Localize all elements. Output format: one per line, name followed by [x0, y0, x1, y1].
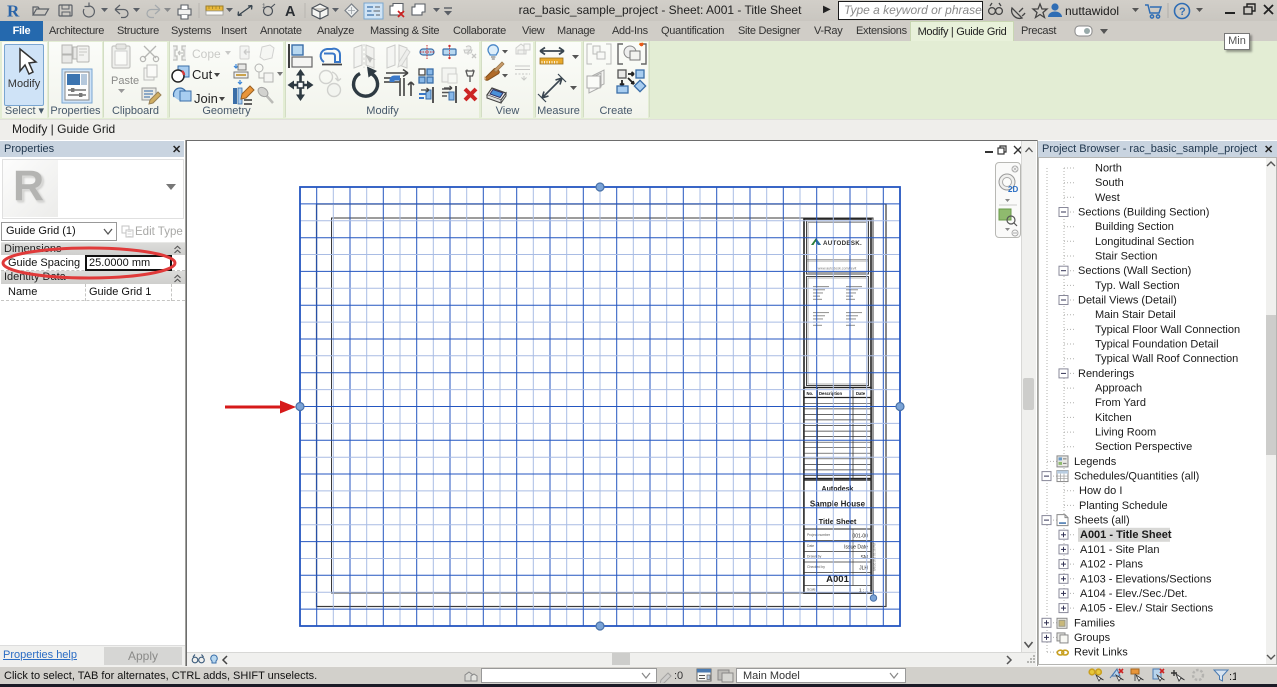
svg-text:Renderings: Renderings: [1078, 368, 1135, 380]
svg-text:Drawn by: Drawn by: [807, 555, 822, 559]
svg-text:Cut: Cut: [192, 67, 213, 82]
svg-text:Longitudinal Section: Longitudinal Section: [1095, 236, 1194, 248]
svg-text:A103 - Elevations/Sections: A103 - Elevations/Sections: [1080, 573, 1212, 585]
svg-text:Date: Date: [807, 544, 814, 548]
svg-text:Sections (Building Section): Sections (Building Section): [1078, 207, 1209, 219]
svg-text:A104 - Elev./Sec./Det.: A104 - Elev./Sec./Det.: [1080, 588, 1187, 600]
svg-text:Description: Description: [819, 391, 842, 396]
svg-text:West: West: [1095, 192, 1120, 204]
svg-text:nuttawidol: nuttawidol: [1065, 4, 1119, 18]
svg-text:Autodesk: Autodesk: [822, 486, 854, 493]
svg-text:Planting Schedule: Planting Schedule: [1079, 500, 1168, 512]
svg-text:Scale: Scale: [807, 588, 816, 592]
svg-text:Families: Families: [1074, 617, 1115, 629]
svg-text:Checked by: Checked by: [807, 565, 825, 569]
svg-text:001-00: 001-00: [852, 534, 868, 540]
svg-text:Join: Join: [194, 91, 218, 106]
svg-text:Sheets (all): Sheets (all): [1074, 515, 1130, 527]
svg-text:A102 - Plans: A102 - Plans: [1080, 559, 1143, 571]
svg-text:South: South: [1095, 177, 1124, 189]
svg-text:Groups: Groups: [1074, 632, 1111, 644]
svg-text:Typical Wall Roof Connection: Typical Wall Roof Connection: [1095, 353, 1238, 365]
svg-text:From Yard: From Yard: [1095, 397, 1146, 409]
svg-text:Revit Links: Revit Links: [1074, 647, 1128, 659]
svg-text:Approach: Approach: [1095, 383, 1142, 395]
svg-text:Paste: Paste: [111, 75, 139, 87]
svg-text:www.autodesk.com/revit: www.autodesk.com/revit: [818, 267, 857, 271]
svg-text:Living Room: Living Room: [1095, 427, 1156, 439]
svg-text:Building Section: Building Section: [1095, 221, 1174, 233]
svg-text:R: R: [7, 2, 20, 21]
svg-text:A105 - Elev./ Stair Sections: A105 - Elev./ Stair Sections: [1080, 603, 1214, 615]
svg-text:Schedules/Quantities (all): Schedules/Quantities (all): [1074, 471, 1199, 483]
svg-text:Issue Date: Issue Date: [844, 545, 868, 551]
svg-text:Detail Views (Detail): Detail Views (Detail): [1078, 295, 1177, 307]
svg-text:Main Stair Detail: Main Stair Detail: [1095, 309, 1176, 321]
svg-text:AUTODESK.: AUTODESK.: [823, 240, 862, 247]
svg-text:A101 - Site Plan: A101 - Site Plan: [1080, 544, 1160, 556]
svg-text:How do I: How do I: [1079, 485, 1122, 497]
svg-text:Kitchen: Kitchen: [1095, 412, 1132, 424]
svg-text:Typ. Wall Section: Typ. Wall Section: [1095, 280, 1180, 292]
svg-text:Cope: Cope: [192, 47, 221, 61]
svg-text:8/8/2018 2:03:38 PM: 8/8/2018 2:03:38 PM: [873, 543, 877, 571]
svg-text:No.: No.: [807, 391, 814, 396]
svg-text:Typical Floor Wall Connection: Typical Floor Wall Connection: [1095, 324, 1240, 336]
svg-text:2D: 2D: [1008, 185, 1018, 194]
svg-text:Section Perspective: Section Perspective: [1095, 441, 1192, 453]
svg-text:A: A: [285, 4, 296, 20]
svg-text:A001 - Title Sheet: A001 - Title Sheet: [1080, 529, 1172, 541]
svg-text:Sample House: Sample House: [810, 500, 866, 509]
svg-text:Date: Date: [856, 391, 866, 396]
svg-text:1: 1: [262, 3, 266, 10]
svg-text:Stair Section: Stair Section: [1095, 251, 1157, 263]
svg-text:Typical Foundation Detail: Typical Foundation Detail: [1095, 339, 1219, 351]
svg-text:Sections (Wall Section): Sections (Wall Section): [1078, 265, 1191, 277]
svg-text:Project number: Project number: [807, 533, 831, 537]
svg-text:?: ?: [1179, 6, 1186, 18]
svg-text:Legends: Legends: [1074, 456, 1117, 468]
svg-text::1: :1: [1229, 671, 1236, 683]
svg-text:North: North: [1095, 163, 1122, 175]
